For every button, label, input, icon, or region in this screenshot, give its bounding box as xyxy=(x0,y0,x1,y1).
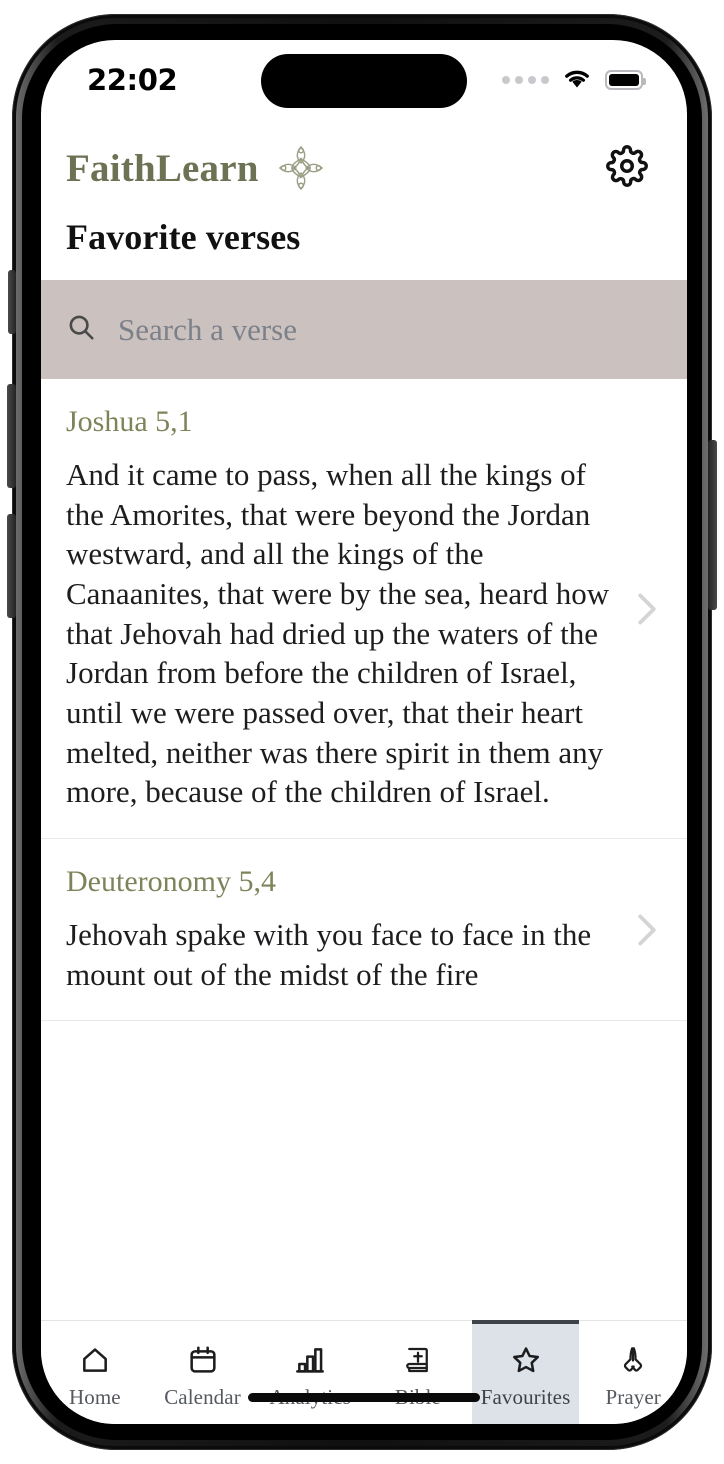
status-clock: 22:02 xyxy=(87,63,178,97)
list-item[interactable]: Deuteronomy 5,4 Jehovah spake with you f… xyxy=(41,839,687,1022)
settings-button[interactable] xyxy=(605,144,649,192)
verse-reference: Joshua 5,1 xyxy=(66,405,193,438)
bar-chart-icon xyxy=(293,1342,327,1376)
tab-calendar[interactable]: Calendar xyxy=(149,1321,257,1424)
verse-content: Deuteronomy 5,4 Jehovah spake with you f… xyxy=(66,865,625,994)
chevron-right-icon[interactable] xyxy=(625,592,669,626)
brand: FaithLearn xyxy=(66,142,327,194)
tab-favourites[interactable]: Favourites xyxy=(471,1320,580,1424)
tab-label: Prayer xyxy=(605,1384,661,1409)
list-item[interactable]: Joshua 5,1 And it came to pass, when all… xyxy=(41,379,687,840)
signal-dots-icon xyxy=(502,76,549,84)
app-title: FaithLearn xyxy=(66,146,259,190)
power-button[interactable] xyxy=(708,440,717,610)
bottom-area: Home Calendar Favourites Prayer xyxy=(41,1264,687,1424)
screenshot-canvas: 22:02 FaithLearn Favorite verses Search … xyxy=(0,0,724,1464)
gear-icon xyxy=(606,144,648,192)
page-title: Favorite verses xyxy=(66,217,301,257)
floral-ornament-icon xyxy=(275,142,327,194)
search-bar[interactable]: Search a verse xyxy=(41,280,687,379)
home-icon xyxy=(78,1342,112,1376)
tab-prayer[interactable]: Prayer xyxy=(579,1321,687,1424)
search-input[interactable]: Search a verse xyxy=(118,312,297,348)
mute-switch-button[interactable] xyxy=(8,270,16,334)
star-icon xyxy=(509,1342,543,1376)
search-icon xyxy=(66,312,96,347)
tab-label: Calendar xyxy=(164,1384,241,1409)
tab-label: Home xyxy=(68,1384,121,1409)
favourite-verses-list: Joshua 5,1 And it came to pass, when all… xyxy=(41,379,687,1022)
verse-content: Joshua 5,1 And it came to pass, when all… xyxy=(66,405,625,812)
tab-home[interactable]: Home xyxy=(41,1321,149,1424)
bible-book-icon xyxy=(403,1342,433,1376)
praying-hands-icon xyxy=(617,1342,649,1376)
tab-label: Favourites xyxy=(480,1384,571,1409)
tab-analytics[interactable]: Analytics xyxy=(256,1321,364,1424)
battery-full-icon xyxy=(605,70,646,90)
dynamic-island xyxy=(261,54,467,108)
wifi-icon xyxy=(562,67,592,94)
calendar-icon xyxy=(187,1342,219,1376)
phone-screen: 22:02 FaithLearn Favorite verses Search … xyxy=(41,40,687,1424)
home-indicator[interactable] xyxy=(248,1393,480,1402)
chevron-right-icon[interactable] xyxy=(625,913,669,947)
status-indicators xyxy=(502,63,646,94)
volume-down-button[interactable] xyxy=(7,514,16,618)
status-bar: 22:02 xyxy=(41,40,687,116)
verse-reference: Deuteronomy 5,4 xyxy=(66,865,276,899)
tab-bible[interactable]: Bible xyxy=(364,1321,472,1424)
verse-text: And it came to pass, when all the kings … xyxy=(66,457,610,810)
verse-text: Jehovah spake with you face to face in t… xyxy=(66,917,592,992)
volume-up-button[interactable] xyxy=(7,384,16,488)
tab-bar: Home Calendar Favourites Prayer xyxy=(41,1320,687,1424)
app-header: FaithLearn xyxy=(41,116,687,204)
